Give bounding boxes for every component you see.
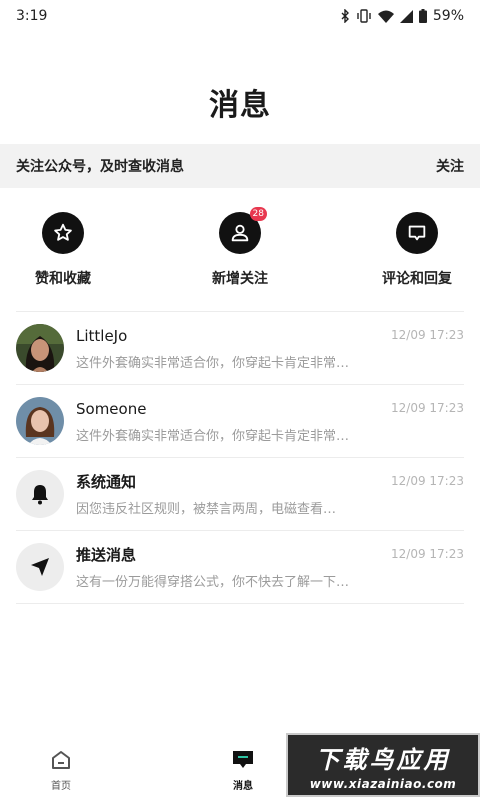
battery-percent: 59% [432, 8, 464, 24]
notification-badge: 28 [249, 207, 267, 221]
message-preview: 这有一份万能得穿搭公式，你不快去了解一下… [76, 574, 350, 590]
follow-banner-text: 关注公众号，及时查收消息 [16, 159, 184, 175]
follow-button[interactable]: 关注 [436, 156, 464, 176]
signal-icon [399, 9, 413, 23]
message-list: LittleJo 这件外套确实非常适合你，你穿起卡肯定非常… 12/09 17:… [16, 311, 464, 604]
chat-icon [232, 750, 254, 774]
follow-banner: 关注公众号，及时查收消息 关注 [0, 144, 480, 188]
star-icon [42, 212, 84, 254]
tab-label: 首页 [51, 781, 71, 792]
tab-messages[interactable]: 消息 [213, 750, 273, 792]
watermark-logo: 下载鸟应用 www.xiazainiao.com [286, 733, 480, 797]
avatar [16, 324, 64, 372]
avatar [16, 397, 64, 445]
status-icons: 59% [340, 8, 464, 24]
watermark-url: www.xiazainiao.com [309, 776, 457, 791]
message-item[interactable]: Someone 这件外套确实非常适合你，你穿起卡肯定非常… 12/09 17:2… [16, 385, 464, 458]
wifi-icon [377, 10, 394, 23]
send-icon [16, 543, 64, 591]
comment-icon [396, 212, 438, 254]
message-time: 12/09 17:23 [391, 328, 464, 342]
likes-collections-button[interactable]: 赞和收藏 [13, 212, 113, 288]
vibrate-icon [356, 9, 372, 23]
new-followers-button[interactable]: 28 新增关注 [190, 207, 290, 288]
tab-home[interactable]: 首页 [31, 750, 91, 792]
message-time: 12/09 17:23 [391, 547, 464, 561]
bluetooth-icon [340, 9, 350, 23]
tab-label: 消息 [233, 781, 253, 792]
battery-icon [418, 9, 427, 23]
message-item[interactable]: 推送消息 这有一份万能得穿搭公式，你不快去了解一下… 12/09 17:23 [16, 531, 464, 604]
message-item[interactable]: 系统通知 因您违反社区规则，被禁言两周，电磁查看… 12/09 17:23 [16, 458, 464, 531]
quick-actions: 赞和收藏 28 新增关注 评论和回复 [0, 207, 480, 292]
quick-action-label: 新增关注 [212, 271, 268, 287]
message-preview: 因您违反社区规则，被禁言两周，电磁查看… [76, 501, 337, 517]
home-icon [50, 750, 72, 774]
message-item[interactable]: LittleJo 这件外套确实非常适合你，你穿起卡肯定非常… 12/09 17:… [16, 312, 464, 385]
message-preview: 这件外套确实非常适合你，你穿起卡肯定非常… [76, 428, 350, 444]
message-time: 12/09 17:23 [391, 401, 464, 415]
quick-action-label: 评论和回复 [382, 271, 452, 287]
message-time: 12/09 17:23 [391, 474, 464, 488]
bell-icon [16, 470, 64, 518]
watermark-title: 下载鸟应用 [315, 745, 451, 774]
status-bar: 3:19 59% [0, 0, 480, 32]
person-icon: 28 [219, 207, 267, 254]
quick-action-label: 赞和收藏 [35, 271, 91, 287]
message-preview: 这件外套确实非常适合你，你穿起卡肯定非常… [76, 355, 350, 371]
comments-replies-button[interactable]: 评论和回复 [367, 212, 467, 288]
page-title: 消息 [209, 88, 271, 123]
status-time: 3:19 [16, 8, 48, 24]
